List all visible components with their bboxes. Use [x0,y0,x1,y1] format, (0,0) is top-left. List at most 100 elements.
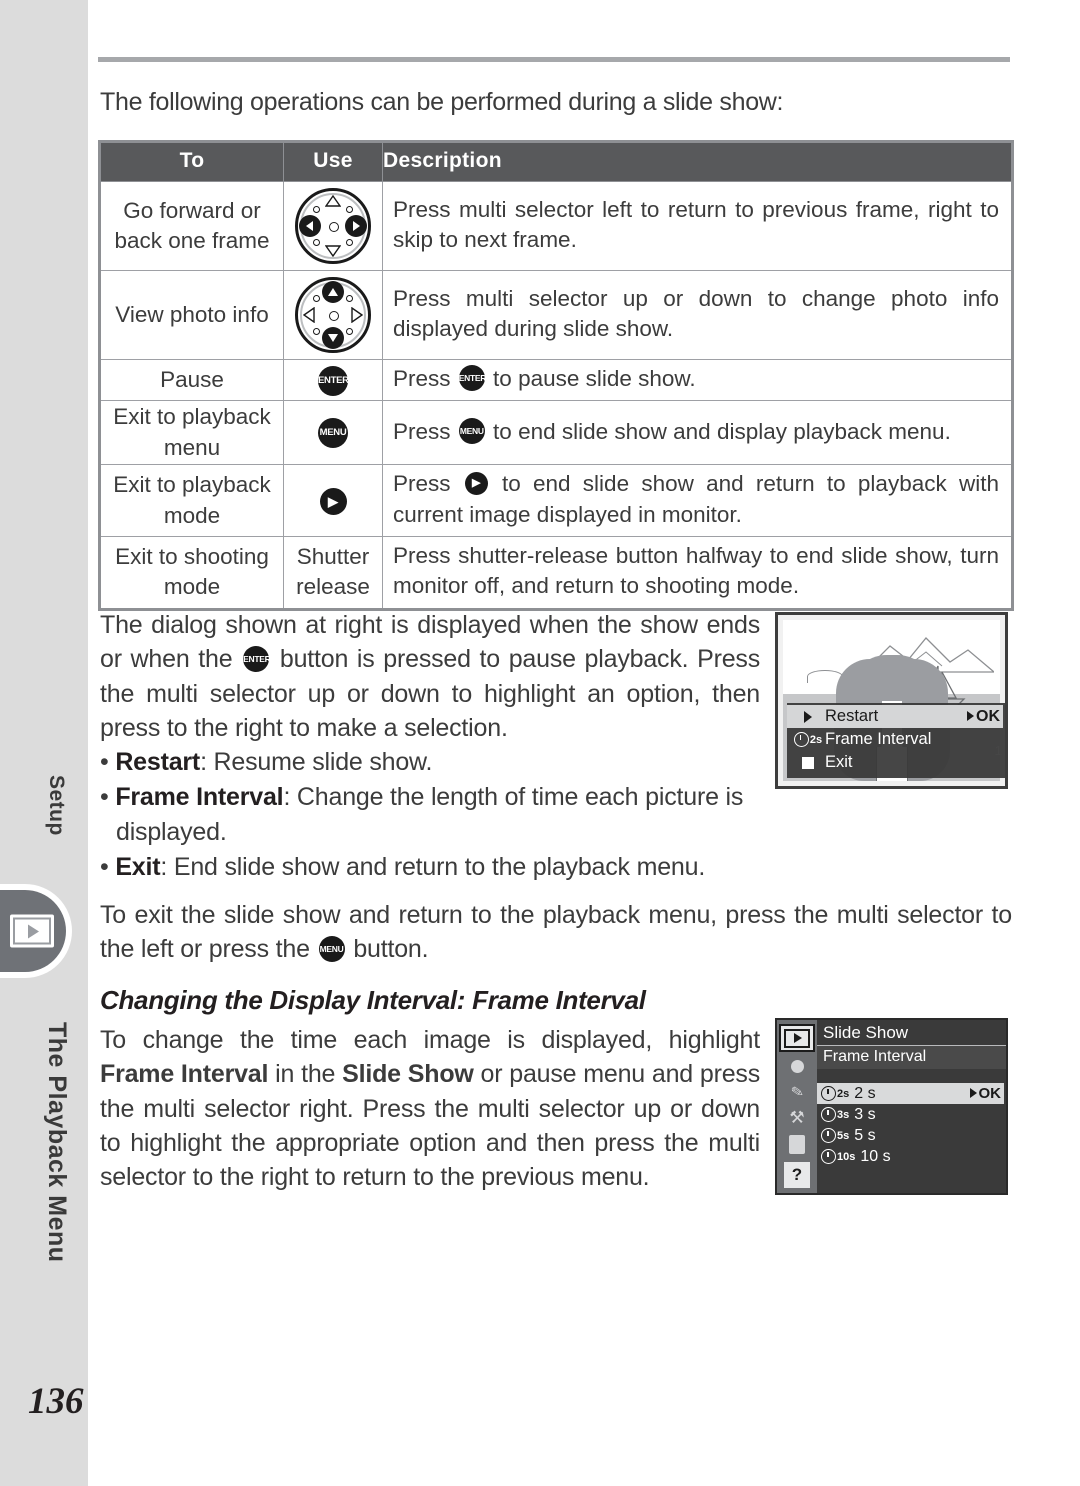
bullet-text: : End slide show and return to the playb… [160,852,706,881]
table-row: Exit to shooting mode Shutter release Pr… [99,535,1013,610]
table-header-to: To [99,141,284,182]
menu-item-label: Frame Interval [825,730,932,748]
desc-post: to pause slide show. [493,366,696,391]
ok-indicator: OK [969,1085,1005,1102]
enter-button-icon: ENTER [283,358,383,402]
row-description: Press ▶ to end slide show and return to … [382,464,1013,537]
header-rule [98,57,1010,62]
arrow-up-active [322,281,344,303]
multi-selector-left-right-icon [283,181,383,271]
camera-menu-main: Slide Show Frame Interval 2s 2 s OK 3s 3… [817,1020,1006,1193]
clock-icon: 10s [821,1149,855,1164]
slide-show-pause-dialog-screenshot: 1 Restart OK 2s Frame Interval Exit [775,612,1008,789]
table-header-use: Use [283,141,383,182]
table-row: Go forward or back one frame Press multi… [99,181,1013,271]
option-2s[interactable]: 2s 2 s OK [817,1083,1004,1104]
change-para-2: in the [268,1060,343,1089]
heading-bold-text: Frame Interval [472,985,646,1015]
desc-pre: Press [393,471,451,497]
change-bold-frame-interval: Frame Interval [100,1060,269,1089]
exit-para-1: To exit the slide show and return to the… [100,901,1012,964]
help-icon[interactable]: ? [784,1162,810,1188]
row-to-label: View photo info [99,270,284,360]
menu-item-label: Exit [825,753,853,771]
change-interval-paragraph: To change the time each image is display… [100,1023,760,1194]
bullet-term: Exit [115,852,161,881]
table-row: Exit to playback menu MENU Press MENU to… [99,400,1013,466]
menu-glyph-inline: MENU [458,417,485,444]
bullet-term: Restart [115,748,201,776]
page-number: 136 [28,1381,84,1422]
desc-pre: Press [393,418,451,444]
table-header-row: To Use Description [99,141,1013,182]
option-10s[interactable]: 10s 10 s [817,1146,1006,1167]
table-row: Pause ENTER Press ENTER to pause slide s… [99,358,1013,402]
frame-interval-menu-screenshot: ✎ ⚒ ? Slide Show Frame Interval 2s 2 s O… [775,1018,1008,1195]
row-to-label: Exit to playback menu [99,400,284,466]
menu-subtitle: Frame Interval [817,1046,1006,1069]
exit-paragraph: To exit the slide show and return to the… [100,898,1012,967]
menu-item-exit[interactable]: Exit [787,751,1005,774]
row-description: Press ENTER to pause slide show. [382,358,1013,402]
row-description: Press multi selector left to return to p… [382,181,1013,271]
change-para-1: To change the time each image is display… [100,1026,760,1054]
arrow-left-outline [303,307,315,323]
option-5s[interactable]: 5s 5 s [817,1125,1006,1146]
playback-icon [10,914,54,948]
option-3s[interactable]: 3s 3 s [817,1104,1006,1125]
exit-para-2: button. [353,935,429,964]
menu-glyph-inline: MENU [318,935,345,962]
clock-icon: 2s [791,732,825,747]
menu-title: Slide Show [817,1020,1006,1046]
sidebar-label-setup: Setup [45,775,68,836]
row-description: Press MENU to end slide show and display… [382,400,1013,466]
operations-table: To Use Description Go forward or back on… [98,140,1014,611]
recent-settings-icon[interactable] [781,1132,813,1156]
desc-pre: Press [393,366,451,391]
menu-item-frame-interval[interactable]: 2s Frame Interval [787,728,1005,751]
option-bullet-list: • Restart: Resume slide show. • Frame In… [100,745,772,885]
arrow-up-outline [325,195,341,207]
shooting-icon[interactable] [781,1054,813,1078]
list-item: • Frame Interval: Change the length of t… [100,783,744,846]
menu-item-label: Restart [825,707,879,725]
playback-glyph: ▶ [319,487,347,515]
pause-menu-overlay: Restart OK 2s Frame Interval Exit [787,703,1005,778]
enter-glyph: ENTER [318,365,349,396]
arrow-right-active [345,215,367,237]
heading-text: Changing the Display Interval: [100,985,466,1015]
desc-post: to end slide show and display playback m… [493,418,951,444]
custom-setting-icon[interactable]: ✎ [781,1080,813,1104]
bullet-term: Frame Interval [115,783,284,812]
playback-icon[interactable] [779,1024,815,1052]
table-header-description: Description [382,141,1013,182]
option-label: 10 s [860,1147,891,1165]
menu-item-restart[interactable]: Restart OK [787,705,1003,728]
row-to-label: Pause [99,358,284,402]
change-bold-slide-show: Slide Show [342,1060,474,1089]
playback-glyph-inline: ▶ [464,471,488,495]
bullet-text: : Resume slide show. [200,748,433,776]
clock-icon: 2s [821,1086,849,1101]
play-triangle-icon [791,710,825,723]
menu-glyph: MENU [318,418,348,449]
menu-button-icon: MENU [283,400,383,466]
clock-icon: 5s [821,1128,849,1143]
option-label: 2 s [854,1084,876,1102]
enter-glyph-inline: ENTER [458,365,486,392]
table-row: Exit to playback mode ▶ Press ▶ to end s… [99,464,1013,537]
enter-glyph-inline: ENTER [243,645,271,672]
setup-icon[interactable]: ⚒ [781,1106,813,1130]
row-description: Press multi selector up or down to chang… [382,270,1013,360]
row-to-label: Go forward or back one frame [99,181,284,271]
arrow-right-outline [351,307,363,323]
row-to-label: Exit to playback mode [99,464,284,537]
dialog-paragraph: The dialog shown at right is displayed w… [100,608,760,745]
list-item: • Restart: Resume slide show. [100,748,433,776]
camera-menu-sidebar: ✎ ⚒ ? [777,1020,817,1193]
option-label: 3 s [854,1105,876,1123]
section-heading: Changing the Display Interval: Frame Int… [100,985,646,1016]
sidebar-label-playback-menu: The Playback Menu [43,1022,71,1263]
intro-text: The following operations can be performe… [100,88,784,116]
arrow-left-active [299,215,321,237]
